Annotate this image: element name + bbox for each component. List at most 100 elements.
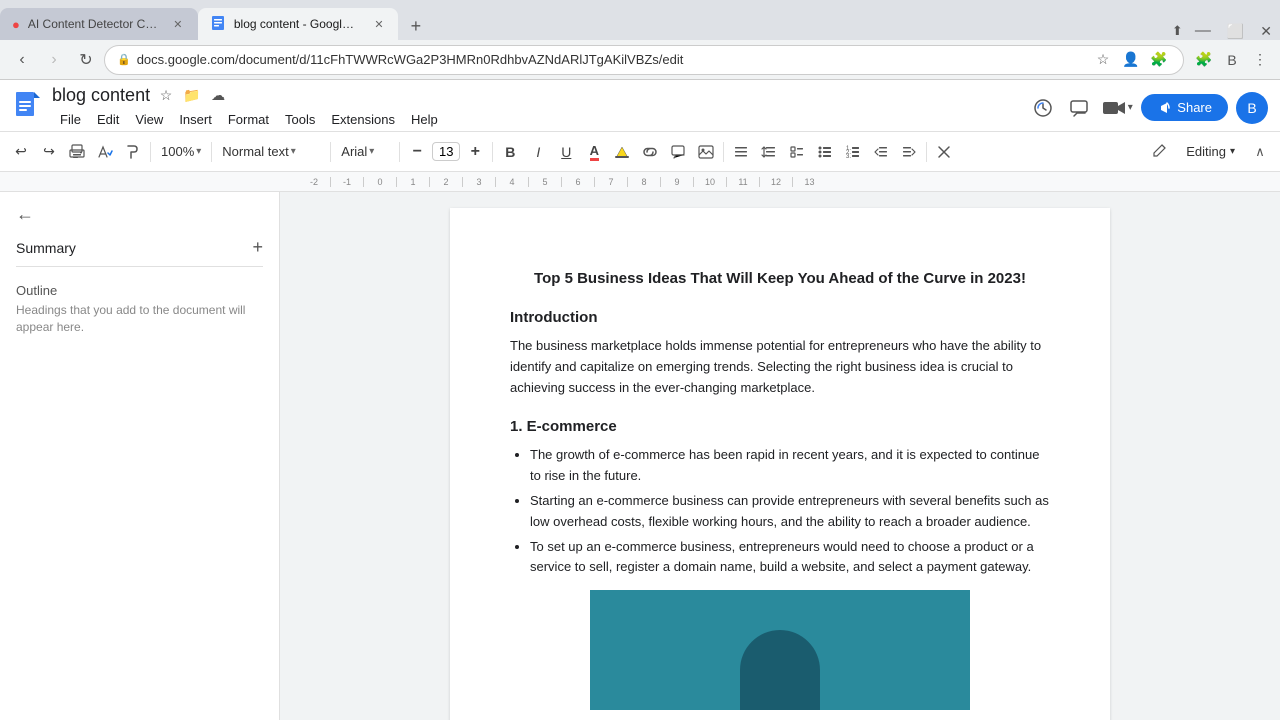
link-button[interactable] [637,139,663,165]
separator6 [723,142,724,162]
tab1-close[interactable]: ✕ [170,16,186,32]
spellcheck-button[interactable] [92,139,118,165]
folder-icon[interactable]: 📁 [182,85,202,105]
document-scroll-area[interactable]: Top 5 Business Ideas That Will Keep You … [280,192,1280,720]
menu-extensions[interactable]: Extensions [323,108,403,131]
sidebar-back-button[interactable]: ← [16,204,263,225]
sidebar: ← Summary + Outline Headings that you ad… [0,192,280,720]
maximize-button[interactable]: ⬜ [1219,23,1252,40]
forward-nav-button[interactable]: › [40,46,68,74]
list-item: The growth of e-commerce has been rapid … [530,445,1050,487]
minimize-button[interactable]: — [1187,22,1219,40]
separator2 [211,142,212,162]
clear-format-button[interactable] [931,139,957,165]
image-shape [740,630,820,710]
align-button[interactable] [728,139,754,165]
line-spacing-button[interactable] [756,139,782,165]
address-bar-row: ‹ › ↻ 🔒 docs.google.com/document/d/11cFh… [0,40,1280,80]
indent-less-button[interactable] [868,139,894,165]
separator4 [399,142,400,162]
highlight-color-button[interactable] [609,139,635,165]
collapse-toolbar-button[interactable]: ∧ [1248,140,1272,164]
separator1 [150,142,151,162]
lock-icon: 🔒 [117,53,131,66]
extensions-icon[interactable]: 🧩 [1192,48,1216,72]
italic-button[interactable]: I [525,139,551,165]
meet-button[interactable]: ▾ [1101,94,1133,122]
print-button[interactable] [64,139,90,165]
cloud-icon[interactable]: ☁ [208,85,228,105]
comments-button[interactable] [1065,94,1093,122]
underline-button[interactable]: U [553,139,579,165]
checklist-button[interactable] [784,139,810,165]
tab-google-docs[interactable]: blog content - Google Docs ✕ [198,8,398,40]
menu-edit[interactable]: Edit [89,108,127,131]
tab2-icon [210,15,226,34]
font-increase-button[interactable]: + [462,139,488,165]
menu-tools[interactable]: Tools [277,108,323,131]
summary-title: Summary [16,240,76,256]
reload-button[interactable]: ↻ [72,46,100,74]
ecommerce-heading: 1. E-commerce [510,418,1050,435]
tab2-label: blog content - Google Docs [234,17,360,31]
document-image [590,590,970,710]
new-tab-button[interactable]: + [402,12,430,40]
tab-ai-detector[interactable]: ● AI Content Detector Checks GPT ✕ [0,8,198,40]
menu-view[interactable]: View [127,108,171,131]
address-text: docs.google.com/document/d/11cFhTWWRcWGa… [137,52,684,67]
summary-add-button[interactable]: + [252,237,263,258]
profile-icon[interactable]: 👤 [1119,48,1143,72]
window-controls: ⬆ — ⬜ ✕ [1168,22,1280,40]
redo-button[interactable]: ↪ [36,139,62,165]
share-button[interactable]: Share [1141,94,1228,121]
tab2-close[interactable]: ✕ [372,16,386,32]
menu-file[interactable]: File [52,108,89,131]
address-bar-icons: ☆ 👤 🧩 [1091,48,1171,72]
editing-arrow: ▾ [1230,146,1235,157]
profile-avatar[interactable]: B [1220,48,1244,72]
history-button[interactable] [1029,94,1057,122]
bold-button[interactable]: B [497,139,523,165]
indent-more-button[interactable] [896,139,922,165]
star-icon[interactable]: ☆ [156,85,176,105]
expand-icon: ⬆ [1168,23,1187,39]
bullets-button[interactable] [812,139,838,165]
docs-header: blog content ☆ 📁 ☁ File Edit View Insert… [0,80,1280,132]
doc-title-text[interactable]: blog content [52,85,150,106]
summary-section: Summary + [16,237,263,267]
intro-body: The business marketplace holds immense p… [510,336,1050,398]
format-toolbar: ↩ ↪ 100% ▾ Normal text ▾ Arial ▾ − [0,132,1280,172]
address-bar[interactable]: 🔒 docs.google.com/document/d/11cFhTWWRcW… [104,45,1184,75]
font-decrease-button[interactable]: − [404,139,430,165]
undo-button[interactable]: ↩ [8,139,34,165]
zoom-dropdown[interactable]: 100% ▾ [155,142,207,161]
docs-app: blog content ☆ 📁 ☁ File Edit View Insert… [0,80,1280,720]
browser-menu-icon[interactable]: ⋮ [1248,48,1272,72]
comment-button[interactable] [665,139,691,165]
ecommerce-list: The growth of e-commerce has been rapid … [510,445,1050,578]
extension-icon[interactable]: 🧩 [1147,48,1171,72]
intro-heading: Introduction [510,309,1050,326]
browser-chrome: ● AI Content Detector Checks GPT ✕ blog … [0,0,1280,80]
bookmark-icon[interactable]: ☆ [1091,48,1115,72]
editing-dropdown[interactable]: Editing ▾ [1177,139,1244,164]
text-style-dropdown[interactable]: Normal text ▾ [216,142,326,161]
main-area: ← Summary + Outline Headings that you ad… [0,192,1280,720]
numbered-list-button[interactable]: 1.2.3. [840,139,866,165]
text-color-button[interactable]: A [581,139,607,165]
font-size-area: − + [404,139,488,165]
menu-format[interactable]: Format [220,108,277,131]
separator7 [926,142,927,162]
outline-hint: Headings that you add to the document wi… [16,302,263,336]
insert-image-button[interactable] [693,139,719,165]
font-dropdown[interactable]: Arial ▾ [335,142,395,161]
font-size-input[interactable] [432,142,460,161]
menu-help[interactable]: Help [403,108,446,131]
menu-insert[interactable]: Insert [171,108,220,131]
back-nav-button[interactable]: ‹ [8,46,36,74]
close-button[interactable]: ✕ [1252,23,1280,40]
paint-format-button[interactable] [120,139,146,165]
user-avatar[interactable]: B [1236,92,1268,124]
share-label: Share [1177,100,1212,115]
list-item: To set up an e-commerce business, entrep… [530,537,1050,579]
